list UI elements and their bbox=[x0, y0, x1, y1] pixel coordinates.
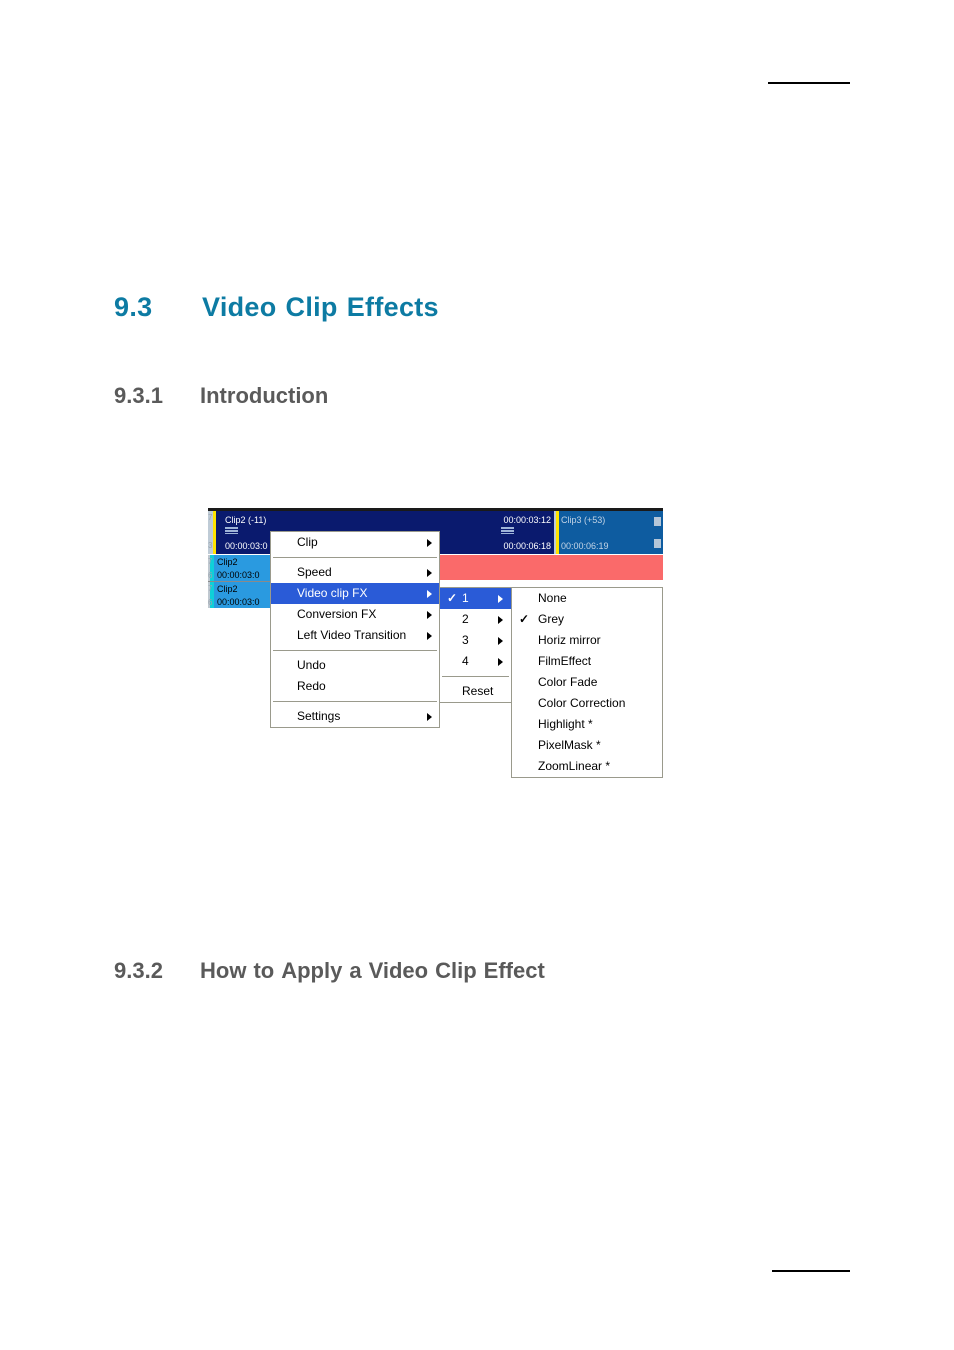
subsection-number: 9.3.1 bbox=[114, 383, 163, 408]
menu-item-effect-filmeffect[interactable]: FilmEffect bbox=[512, 651, 662, 672]
menu-item-reset[interactable]: Reset bbox=[440, 681, 511, 702]
menu-item-label: Video clip FX bbox=[297, 586, 368, 600]
menu-item-label: Left Video Transition bbox=[297, 628, 407, 642]
chevron-right-icon bbox=[427, 589, 432, 598]
gutter-number: 7 bbox=[208, 513, 213, 522]
clip-label: Clip2 (-11) bbox=[225, 515, 267, 525]
clip-edge-handle[interactable] bbox=[654, 517, 661, 526]
menu-separator bbox=[442, 676, 509, 677]
menu-item-label: 2 bbox=[462, 612, 469, 626]
menu-item-left-video-transition[interactable]: Left Video Transition bbox=[271, 625, 439, 646]
menu-item-label: Redo bbox=[297, 679, 326, 693]
menu-item-label: ZoomLinear * bbox=[538, 759, 611, 773]
menu-item-label: Grey bbox=[538, 612, 565, 626]
track-timecode: 00:00:03:0 bbox=[217, 570, 260, 580]
chevron-right-icon bbox=[498, 594, 503, 603]
subsection-heading-how-to-apply: 9.3.2 How to Apply a Video Clip Effect bbox=[114, 958, 552, 984]
menu-separator bbox=[273, 701, 437, 702]
menu-item-video-clip-fx[interactable]: Video clip FX bbox=[271, 583, 439, 604]
playhead-marker-right bbox=[556, 511, 559, 554]
gutter-number: 7 bbox=[208, 584, 213, 593]
menu-item-label: Speed bbox=[297, 565, 332, 579]
menu-separator bbox=[273, 557, 437, 558]
menu-item-undo[interactable]: Undo bbox=[271, 655, 439, 676]
menu-item-clip[interactable]: Clip bbox=[271, 532, 439, 553]
menu-item-conversion-fx[interactable]: Conversion FX bbox=[271, 604, 439, 625]
footer-rule bbox=[772, 1270, 850, 1272]
clip-edge-handle[interactable] bbox=[654, 539, 661, 548]
section-title: Video Clip Effects bbox=[202, 292, 439, 322]
menu-item-effect-color-fade[interactable]: Color Fade bbox=[512, 672, 662, 693]
clip-timecode-bottom-left: 00:00:03:0 bbox=[225, 541, 268, 551]
section-number: 9.3 bbox=[114, 292, 153, 322]
clip-label: Clip3 (+53) bbox=[561, 515, 606, 525]
gutter-number: 6 bbox=[208, 598, 213, 607]
menu-item-speed[interactable]: Speed bbox=[271, 562, 439, 583]
menu-item-slot-1[interactable]: ✓ 1 bbox=[440, 588, 511, 609]
timeline-clip-clip3[interactable]: Clip3 (+53) 00:00:06:19 bbox=[556, 511, 663, 554]
menu-item-label: Horiz mirror bbox=[538, 633, 601, 647]
page-title: 9.3 Video Clip Effects bbox=[114, 292, 448, 323]
menu-item-label: 1 bbox=[462, 591, 469, 605]
menu-item-effect-highlight[interactable]: Highlight * bbox=[512, 714, 662, 735]
menu-item-settings[interactable]: Settings bbox=[271, 706, 439, 727]
grip-handle-icon[interactable] bbox=[501, 527, 514, 534]
menu-item-slot-3[interactable]: 3 bbox=[440, 630, 511, 651]
menu-item-label: 4 bbox=[462, 654, 469, 668]
playhead-marker-left bbox=[213, 511, 216, 554]
chevron-right-icon bbox=[427, 712, 432, 721]
menu-item-label: Color Fade bbox=[538, 675, 598, 689]
gutter-number: 3 bbox=[208, 541, 213, 550]
application-screenshot-figure: 7 3 Clip2 (-11) 00:00:03:12 00:00:03:0 0… bbox=[208, 508, 663, 780]
check-icon: ✓ bbox=[447, 591, 458, 605]
chevron-right-icon bbox=[427, 568, 432, 577]
menu-item-label: Reset bbox=[462, 684, 494, 698]
track-clip-label: Clip2 bbox=[217, 584, 238, 594]
fx-slot-submenu: ✓ 1 2 3 4 Reset bbox=[439, 587, 512, 703]
chevron-right-icon bbox=[498, 615, 503, 624]
menu-item-effect-none[interactable]: None bbox=[512, 588, 662, 609]
fx-effects-submenu: None ✓ Grey Horiz mirror FilmEffect Colo… bbox=[511, 587, 663, 778]
menu-item-label: 3 bbox=[462, 633, 469, 647]
gutter-number: 6 bbox=[208, 571, 213, 580]
chevron-right-icon bbox=[427, 538, 432, 547]
chevron-right-icon bbox=[427, 631, 432, 640]
track-timecode: 00:00:03:0 bbox=[217, 597, 260, 607]
check-icon: ✓ bbox=[519, 612, 530, 626]
track-clip-label: Clip2 bbox=[217, 557, 238, 567]
menu-item-effect-horiz-mirror[interactable]: Horiz mirror bbox=[512, 630, 662, 651]
subsection-title: Introduction bbox=[200, 383, 329, 408]
subsection-number: 9.3.2 bbox=[114, 958, 163, 983]
menu-item-label: None bbox=[538, 591, 567, 605]
menu-item-effect-zoomlinear[interactable]: ZoomLinear * bbox=[512, 756, 662, 777]
gutter-number: 7 bbox=[208, 557, 213, 566]
menu-item-label: Undo bbox=[297, 658, 326, 672]
menu-item-slot-4[interactable]: 4 bbox=[440, 651, 511, 672]
menu-separator bbox=[273, 650, 437, 651]
menu-item-label: Color Correction bbox=[538, 696, 626, 710]
menu-item-label: Highlight * bbox=[538, 717, 593, 731]
menu-item-slot-2[interactable]: 2 bbox=[440, 609, 511, 630]
menu-item-label: PixelMask * bbox=[538, 738, 601, 752]
clip-timecode-top-right: 00:00:03:12 bbox=[503, 515, 551, 525]
subsection-heading-intro: 9.3.1 Introduction bbox=[114, 383, 328, 409]
menu-item-label: FilmEffect bbox=[538, 654, 592, 668]
context-menu: Clip Speed Video clip FX Conversion FX L… bbox=[270, 531, 440, 728]
subsection-title: How to Apply a Video Clip Effect bbox=[200, 958, 545, 983]
menu-item-label: Clip bbox=[297, 535, 318, 549]
grip-handle-icon[interactable] bbox=[225, 527, 238, 534]
clip-timecode: 00:00:06:19 bbox=[561, 541, 609, 551]
chevron-right-icon bbox=[498, 657, 503, 666]
clip-timecode-bottom-right: 00:00:06:18 bbox=[503, 541, 551, 551]
chevron-right-icon bbox=[427, 610, 432, 619]
menu-item-label: Settings bbox=[297, 709, 341, 723]
menu-item-label: Conversion FX bbox=[297, 607, 377, 621]
menu-item-redo[interactable]: Redo bbox=[271, 676, 439, 697]
menu-item-effect-grey[interactable]: ✓ Grey bbox=[512, 609, 662, 630]
header-rule bbox=[768, 82, 850, 84]
menu-item-effect-pixelmask[interactable]: PixelMask * bbox=[512, 735, 662, 756]
chevron-right-icon bbox=[498, 636, 503, 645]
menu-item-effect-color-correction[interactable]: Color Correction bbox=[512, 693, 662, 714]
